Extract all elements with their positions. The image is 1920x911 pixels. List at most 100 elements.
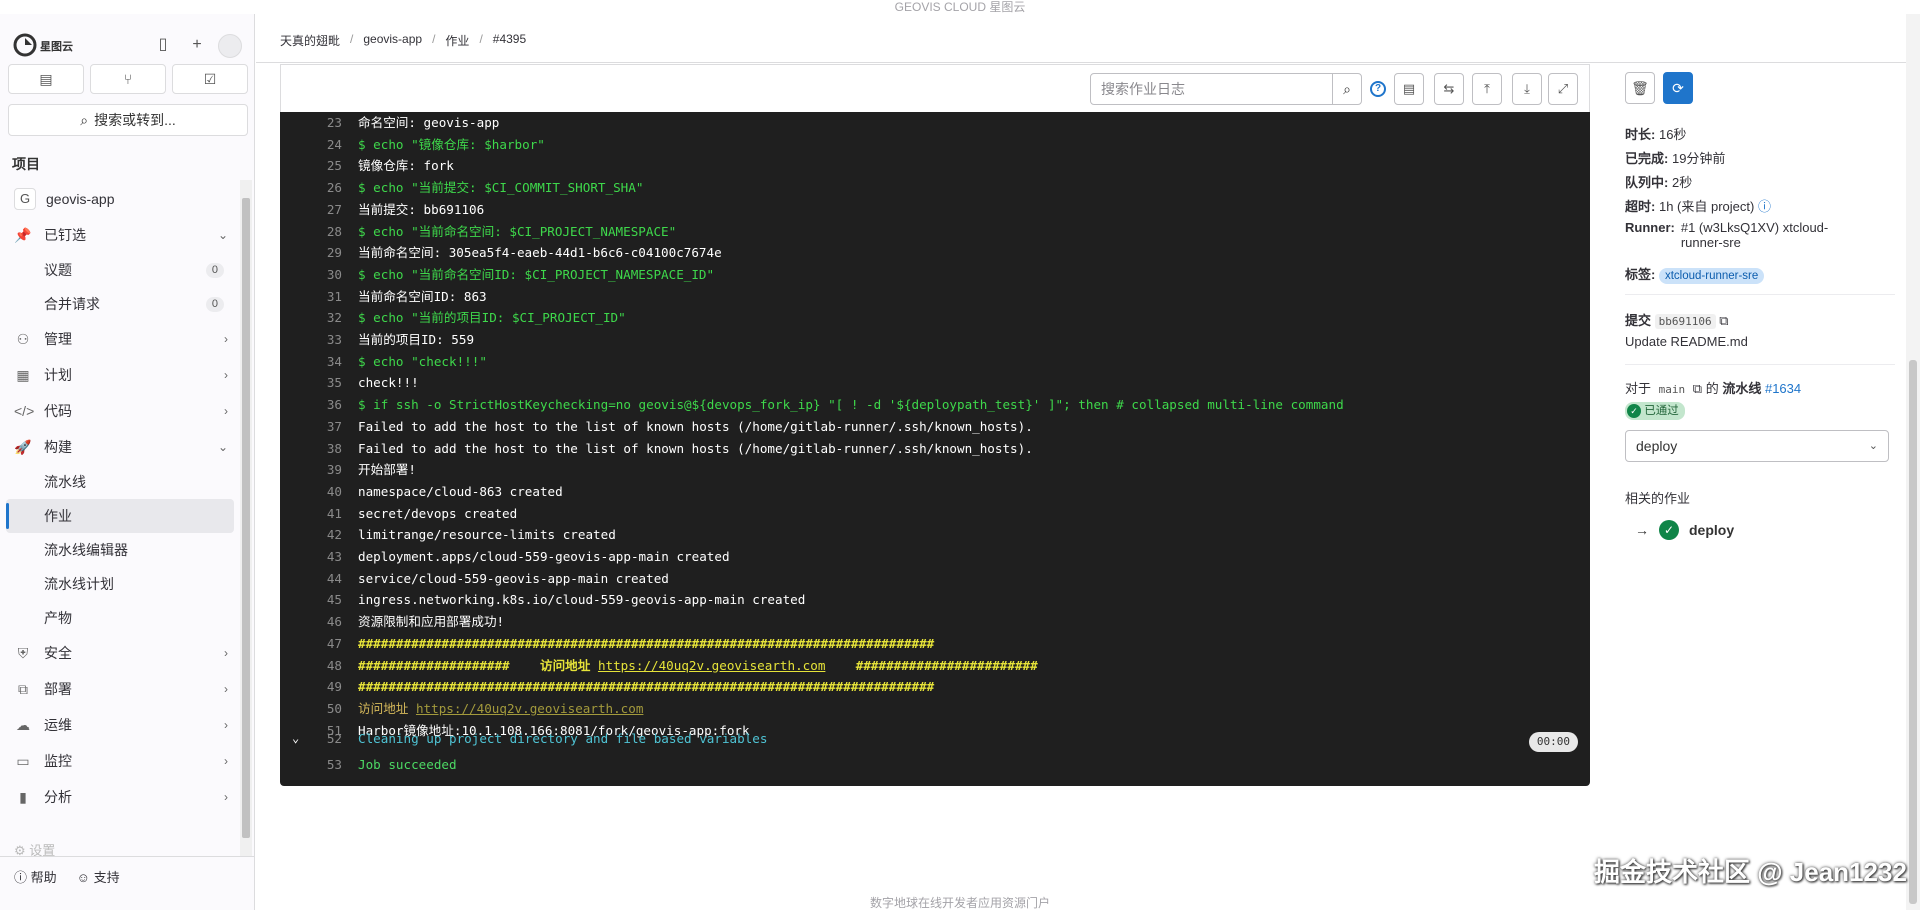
search-button[interactable]: ⌕ 搜索或转到... <box>8 104 248 136</box>
sidebar-item-secure[interactable]: ⛨ 安全 › <box>0 635 240 671</box>
erase-log-button[interactable]: 🗑 <box>1625 72 1655 104</box>
sidebar-nav: G geovis-app 📌 已钉选 ⌄ 议题 0 合并请求 0 ⚇ 管理 › … <box>0 181 240 815</box>
sidebar-item-pipelines[interactable]: 流水线 <box>0 465 240 499</box>
line-number[interactable]: 28 <box>280 221 342 242</box>
line-number[interactable]: 33 <box>280 329 342 350</box>
line-number[interactable]: 53 <box>280 754 342 775</box>
todos-shortcut-icon[interactable]: ☑ <box>172 64 248 94</box>
line-number[interactable]: 34 <box>280 351 342 372</box>
create-new-icon[interactable]: + <box>186 34 208 56</box>
sidebar-item-issues[interactable]: 议题 0 <box>0 253 240 287</box>
help-icon[interactable]: ? <box>1370 81 1386 97</box>
scroll-bottom-icon: ⤓ <box>1524 81 1530 96</box>
sidebar-item-monitor[interactable]: ▭ 监控 › <box>0 743 240 779</box>
line-number[interactable]: 52 <box>280 728 342 749</box>
support-button[interactable]: ☺ 支持 <box>77 867 120 886</box>
line-number[interactable]: 48 <box>280 655 342 676</box>
scroll-top-button[interactable]: ⤒ <box>1472 73 1502 105</box>
log-link[interactable]: https://40uq2v.geovisearth.com <box>598 658 825 673</box>
check-circle-icon: ✓ <box>1627 403 1641 418</box>
line-number[interactable]: 31 <box>280 286 342 307</box>
brand-logo-icon[interactable] <box>12 32 38 58</box>
sidebar-item-analyze[interactable]: ▮ 分析 › <box>0 779 240 815</box>
log-line: 34 $ echo "check!!!" <box>280 351 1590 372</box>
runner-value[interactable]: #1 (w3LksQ1XV) xtcloud-runner-sre <box>1681 220 1828 250</box>
fullscreen-button[interactable]: ⤢ <box>1548 73 1578 105</box>
wrap-lines-button[interactable]: ⇆ <box>1434 73 1464 105</box>
sidebar-item-build[interactable]: 🚀 构建 ⌄ <box>0 429 240 465</box>
sidebar-scrollbar-thumb[interactable] <box>242 198 250 838</box>
sidebar-item-pipeline-editor[interactable]: 流水线编辑器 <box>0 533 240 567</box>
line-number[interactable]: 47 <box>280 633 342 654</box>
merge-requests-shortcut-icon[interactable]: ⑂ <box>90 64 166 94</box>
search-submit-button[interactable]: ⌕ <box>1332 73 1362 105</box>
line-number[interactable]: 30 <box>280 264 342 285</box>
line-number[interactable]: 43 <box>280 546 342 567</box>
raw-log-button[interactable]: ▤ <box>1394 73 1424 105</box>
related-job-item[interactable]: → ✓ deploy <box>1635 520 1734 540</box>
line-number[interactable]: 27 <box>280 199 342 220</box>
sidebar-item-merge-requests[interactable]: 合并请求 0 <box>0 287 240 321</box>
line-number[interactable]: 50 <box>280 698 342 719</box>
breadcrumb-group[interactable]: 天真的翅毗 <box>280 32 340 49</box>
breadcrumb-project[interactable]: geovis-app <box>363 32 422 49</box>
line-number[interactable]: 23 <box>280 112 342 133</box>
sidebar-item-manage[interactable]: ⚇ 管理 › <box>0 321 240 357</box>
sidebar-item-pinned[interactable]: 📌 已钉选 ⌄ <box>0 217 240 253</box>
commit-sha[interactable]: bb691106 <box>1654 314 1716 329</box>
line-number[interactable]: 35 <box>280 372 342 393</box>
toggle-sidebar-icon[interactable]: ▯ <box>152 34 174 56</box>
breadcrumb-job[interactable]: #4395 <box>493 32 526 49</box>
user-avatar[interactable] <box>218 34 242 58</box>
job-log-search-input[interactable]: 搜索作业日志 <box>1090 73 1333 105</box>
monitor-icon: ▭ <box>16 752 30 769</box>
line-number[interactable]: 38 <box>280 438 342 459</box>
branch-name[interactable]: main <box>1655 382 1690 397</box>
pipeline-row: 对于 main ⧉ 的 流水线 #1634 <box>1625 378 1801 397</box>
line-number[interactable]: 36 <box>280 394 342 415</box>
copy-icon[interactable]: ⧉ <box>1693 381 1702 396</box>
sidebar-item-project[interactable]: G geovis-app <box>0 181 240 217</box>
chevron-down-icon[interactable]: ⌄ <box>292 728 299 749</box>
sidebar-item-operate[interactable]: ☁ 运维 › <box>0 707 240 743</box>
line-number[interactable]: 45 <box>280 589 342 610</box>
line-number[interactable]: 41 <box>280 503 342 524</box>
line-number[interactable]: 42 <box>280 524 342 545</box>
line-number[interactable]: 24 <box>280 134 342 155</box>
sidebar-item-deploy[interactable]: ⧉ 部署 › <box>0 671 240 707</box>
sidebar-scrollbar[interactable] <box>240 180 252 856</box>
question-icon[interactable]: ⓘ <box>1758 199 1771 214</box>
stage-select[interactable]: deploy ⌄ <box>1625 430 1889 462</box>
copy-icon[interactable]: ⧉ <box>1719 313 1728 328</box>
help-button[interactable]: ⓘ 帮助 <box>14 867 57 886</box>
retry-job-button[interactable]: ⟳ <box>1663 72 1693 104</box>
line-content: 命名空间: geovis-app <box>358 115 500 130</box>
line-number[interactable]: 37 <box>280 416 342 437</box>
line-number[interactable]: 32 <box>280 307 342 328</box>
line-number[interactable]: 25 <box>280 155 342 176</box>
issues-shortcut-icon[interactable]: ▤ <box>8 64 84 94</box>
line-number[interactable]: 26 <box>280 177 342 198</box>
sidebar-item-artifacts[interactable]: 产物 <box>0 601 240 635</box>
line-number[interactable]: 46 <box>280 611 342 632</box>
queued-label: 队列中: <box>1625 175 1669 190</box>
maximize-icon: ⤢ <box>1557 81 1569 96</box>
line-number[interactable]: 44 <box>280 568 342 589</box>
page-scrollbar[interactable] <box>1906 14 1920 910</box>
sidebar-item-code[interactable]: </> 代码 › <box>0 393 240 429</box>
sidebar-item-jobs[interactable]: 作业 <box>6 499 234 533</box>
log-link[interactable]: https://40uq2v.geovisearth.com <box>416 701 643 716</box>
line-number[interactable]: 29 <box>280 242 342 263</box>
job-actions: 🗑 ⟳ <box>1625 72 1693 104</box>
line-number[interactable]: 49 <box>280 676 342 697</box>
sidebar-item-pipeline-schedules[interactable]: 流水线计划 <box>0 567 240 601</box>
sidebar-item-plan[interactable]: ▦ 计划 › <box>0 357 240 393</box>
breadcrumb-section[interactable]: 作业 <box>445 32 469 49</box>
pipeline-link[interactable]: #1634 <box>1765 381 1801 396</box>
scroll-bottom-button[interactable]: ⤓ <box>1512 73 1542 105</box>
line-text: namespace/cloud-863 created <box>358 481 563 502</box>
line-number[interactable]: 40 <box>280 481 342 502</box>
status-badge[interactable]: ✓ 已通过 <box>1625 402 1685 420</box>
page-scrollbar-thumb[interactable] <box>1909 360 1917 904</box>
line-number[interactable]: 39 <box>280 459 342 480</box>
